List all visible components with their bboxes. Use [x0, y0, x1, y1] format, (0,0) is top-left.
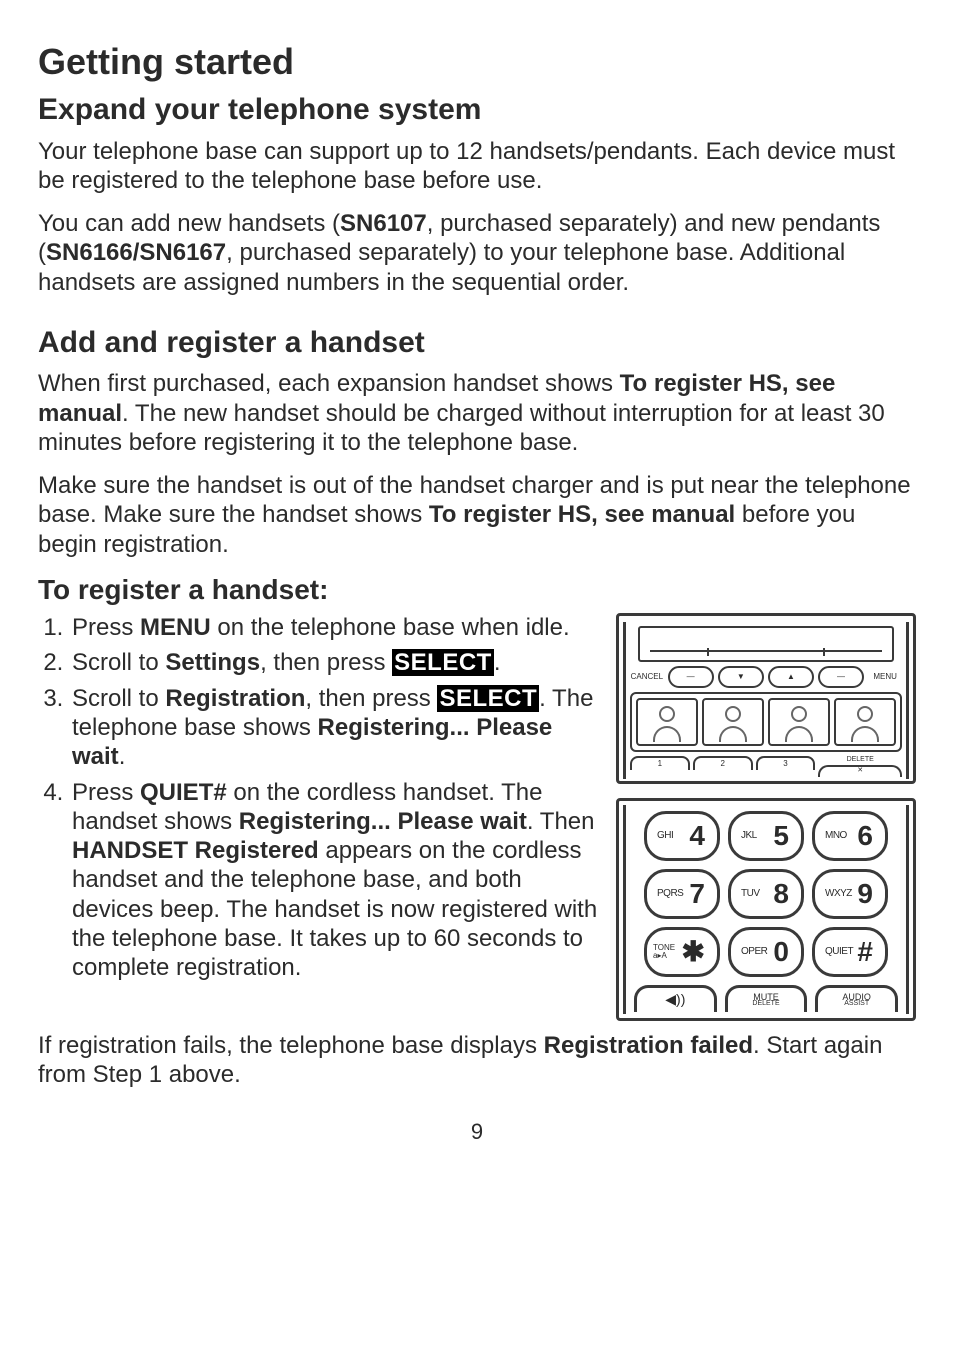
audio-assist-key: AUDIOASSIST: [815, 985, 898, 1012]
quick-dial-row: [630, 692, 902, 752]
key-8: TUV8: [728, 869, 804, 919]
delete-key: DELETE ✕: [818, 756, 902, 777]
mute-key: MUTEDELETE: [725, 985, 808, 1012]
select-button-label: SELECT: [437, 685, 539, 712]
key-6: MNO6: [812, 811, 888, 861]
softkey: —: [818, 666, 864, 688]
key-5: JKL5: [728, 811, 804, 861]
section-heading: Expand your telephone system: [38, 92, 916, 129]
key-0: OPER0: [728, 927, 804, 977]
down-key: ▼: [718, 666, 764, 688]
base-screen: [638, 626, 894, 662]
num-key-2: 2: [693, 756, 753, 770]
telephone-base-illustration: CANCEL — ▼ ▲ — MENU 1: [616, 613, 916, 784]
cancel-label: CANCEL: [630, 672, 664, 682]
key-7: PQRS7: [644, 869, 720, 919]
step-item: Scroll to Registration, then press SELEC…: [70, 684, 606, 772]
avatar-icon: [770, 700, 828, 744]
key-hash: QUIET#: [812, 927, 888, 977]
avatar-icon: [836, 700, 894, 744]
menu-label: MENU: [868, 672, 902, 682]
key-9: WXYZ9: [812, 869, 888, 919]
speaker-icon: ◀)): [665, 993, 685, 1006]
page-number: 9: [38, 1119, 916, 1146]
speaker-key: ◀)): [634, 985, 717, 1012]
page-title: Getting started: [38, 40, 916, 84]
select-button-label: SELECT: [392, 649, 494, 676]
body-paragraph: Your telephone base can support up to 12…: [38, 137, 916, 196]
key-star: TONEa▸A✱: [644, 927, 720, 977]
up-key: ▲: [768, 666, 814, 688]
body-paragraph: When first purchased, each expansion han…: [38, 369, 916, 457]
section-heading: Add and register a handset: [38, 325, 916, 362]
step-item: Press MENU on the telephone base when id…: [70, 613, 606, 642]
body-paragraph: You can add new handsets (SN6107, purcha…: [38, 209, 916, 297]
model-number: SN6166/SN6167: [46, 239, 226, 266]
num-key-1: 1: [630, 756, 690, 770]
step-item: Press QUIET# on the cordless handset. Th…: [70, 778, 606, 983]
key-4: GHI4: [644, 811, 720, 861]
steps-heading: To register a handset:: [38, 573, 916, 607]
avatar-icon: [638, 700, 696, 744]
step-item: Scroll to Settings, then press SELECT.: [70, 648, 606, 677]
num-key-3: 3: [756, 756, 816, 770]
avatar-icon: [704, 700, 762, 744]
body-paragraph: Make sure the handset is out of the hand…: [38, 471, 916, 559]
body-paragraph: If registration fails, the telephone bas…: [38, 1031, 916, 1090]
softkey: —: [668, 666, 714, 688]
steps-list: Press MENU on the telephone base when id…: [38, 613, 606, 982]
handset-keypad-illustration: GHI4 JKL5 MNO6 PQRS7 TUV8 WXYZ9 TONEa▸A✱…: [616, 798, 916, 1021]
model-number: SN6107: [340, 210, 427, 237]
